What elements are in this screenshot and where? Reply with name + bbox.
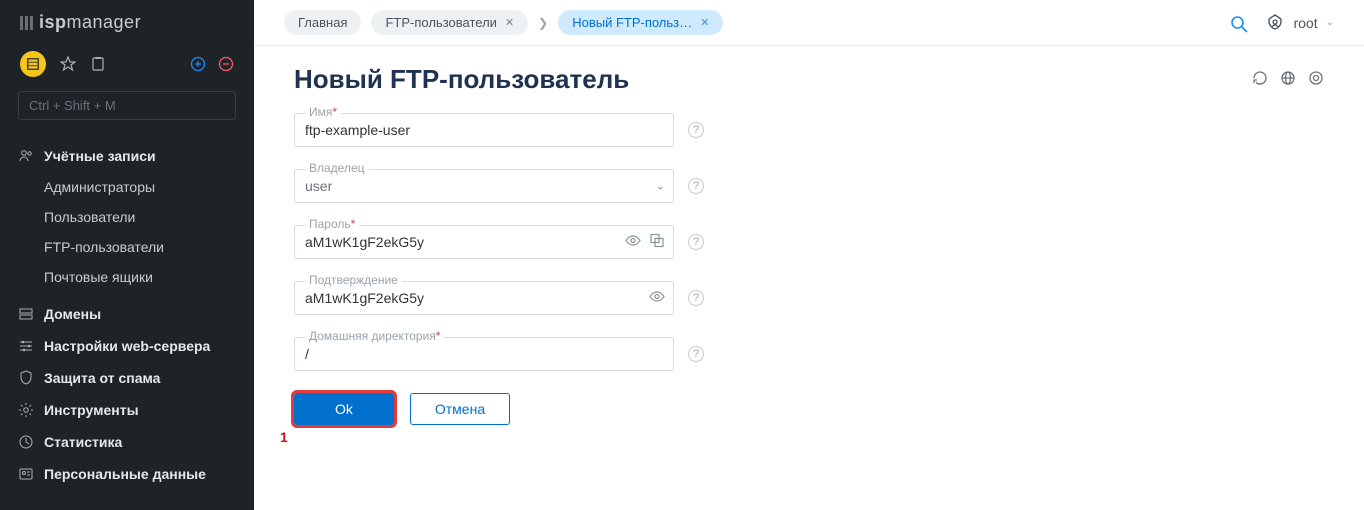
sidebar-item-mailboxes[interactable]: Почтовые ящики	[44, 262, 254, 292]
server-icon	[18, 306, 34, 322]
help-icon[interactable]: ?	[688, 234, 704, 250]
confirm-input[interactable]	[305, 290, 663, 306]
crumb-home[interactable]: Главная	[284, 10, 361, 35]
chevron-down-icon[interactable]: ⌄	[656, 180, 665, 193]
sidebar-section-webserver[interactable]: Настройки web-сервера	[0, 330, 254, 362]
logo-text-1: isp	[39, 12, 67, 32]
crumb-new-ftp-user[interactable]: Новый FTP-польз…✕	[558, 10, 723, 35]
sliders-icon	[18, 338, 34, 354]
page-title: Новый FTP-пользователь	[294, 64, 629, 95]
main: Главная FTP-пользователи✕ ❯ Новый FTP-по…	[254, 0, 1364, 510]
command-search[interactable]: Ctrl + Shift + M	[18, 91, 236, 120]
logo[interactable]: ispmanager	[0, 0, 254, 41]
eye-icon[interactable]	[649, 289, 665, 308]
help-icon[interactable]: ?	[688, 178, 704, 194]
field-name: Имя* ?	[294, 113, 674, 147]
field-confirm: Подтверждение ?	[294, 281, 674, 315]
chevron-right-icon: ❯	[538, 16, 548, 30]
password-input[interactable]	[305, 234, 663, 250]
sidebar: ispmanager Ctrl + Shift + M	[0, 0, 254, 510]
close-icon[interactable]: ✕	[505, 16, 514, 29]
help-icon[interactable]: ?	[688, 122, 704, 138]
sidebar-item-users[interactable]: Пользователи	[44, 202, 254, 232]
minus-icon[interactable]	[218, 56, 234, 72]
breadcrumbs: Главная FTP-пользователи✕ ❯ Новый FTP-по…	[254, 0, 1364, 46]
refresh-icon[interactable]	[1252, 70, 1268, 89]
name-input[interactable]	[305, 122, 663, 138]
users-icon	[18, 148, 34, 164]
eye-icon[interactable]	[625, 233, 641, 252]
sidebar-toolbar	[0, 41, 254, 83]
logo-bars-icon	[20, 16, 33, 30]
user-menu[interactable]: root ⌄	[1265, 13, 1334, 33]
help-icon[interactable]: ?	[688, 346, 704, 362]
search-icon[interactable]	[1229, 14, 1247, 32]
gear-icon	[18, 402, 34, 418]
owner-select[interactable]	[305, 178, 663, 194]
sidebar-section-personal[interactable]: Персональные данные	[0, 458, 254, 490]
sidebar-section-tools[interactable]: Инструменты	[0, 394, 254, 426]
ok-button[interactable]: Ok	[294, 393, 394, 425]
field-owner: Владелец ⌄ ?	[294, 169, 674, 203]
shield-icon	[18, 370, 34, 386]
sidebar-item-admins[interactable]: Администраторы	[44, 172, 254, 202]
sidebar-section-spam[interactable]: Защита от спама	[0, 362, 254, 394]
globe-icon[interactable]	[1280, 70, 1296, 89]
sidebar-section-stats[interactable]: Статистика	[0, 426, 254, 458]
life-ring-icon[interactable]	[1308, 70, 1324, 89]
chevron-down-icon: ⌄	[1326, 17, 1334, 28]
help-icon[interactable]: ?	[688, 290, 704, 306]
generate-icon[interactable]	[649, 233, 665, 252]
clock-icon	[18, 434, 34, 450]
clipboard-icon[interactable]	[90, 56, 106, 72]
crumb-ftp-users[interactable]: FTP-пользователи✕	[371, 10, 528, 35]
sidebar-section-accounts[interactable]: Учётные записи	[0, 140, 254, 172]
close-icon[interactable]: ✕	[700, 16, 709, 29]
id-icon	[18, 466, 34, 482]
step-callout: 1	[280, 429, 288, 445]
field-password: Пароль* ?	[294, 225, 674, 259]
logo-text-2: manager	[67, 12, 142, 32]
homedir-input[interactable]	[305, 346, 663, 362]
field-homedir: Домашняя директория* ?	[294, 337, 674, 371]
ftp-user-form: Имя* ? Владелец ⌄ ? Пароль*	[294, 113, 674, 425]
user-name: root	[1293, 15, 1317, 31]
notification-badge-icon[interactable]	[20, 51, 46, 77]
sidebar-section-domains[interactable]: Домены	[0, 298, 254, 330]
sidebar-item-ftp-users[interactable]: FTP-пользователи	[44, 232, 254, 262]
cancel-button[interactable]: Отмена	[410, 393, 510, 425]
star-icon[interactable]	[60, 56, 76, 72]
plus-icon[interactable]	[190, 56, 206, 72]
